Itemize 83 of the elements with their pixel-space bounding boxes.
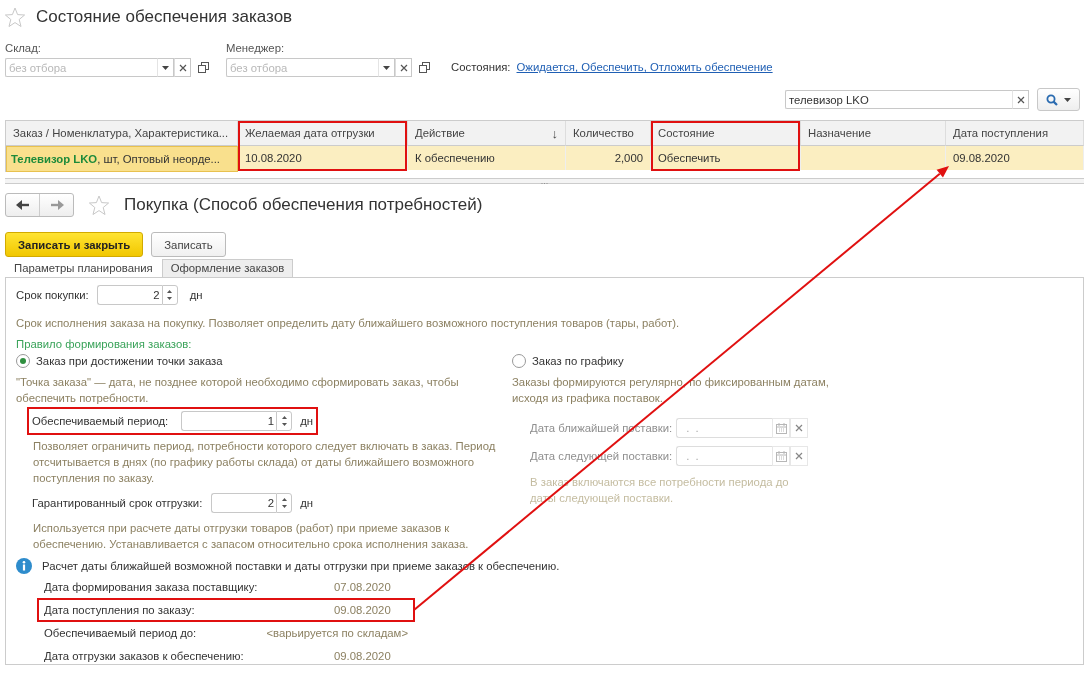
clear-button[interactable] — [1012, 90, 1029, 109]
result-label: Дата формирования заказа поставщику: — [44, 580, 259, 595]
result-value: 09.08.2020 — [334, 603, 391, 618]
clear-icon — [178, 63, 187, 72]
form-title: Состояние обеспечения заказов — [36, 7, 293, 27]
column-header[interactable]: Назначение — [801, 121, 946, 146]
radio-button[interactable] — [16, 354, 30, 368]
hint-text: Позволяет ограничить период, потребности которого следует включать в заказ. Период отсчитывается в днях (по графику работы склада) от даты ближайшего возможного поступления по заказу. — [33, 439, 497, 486]
back-arrow-icon — [15, 200, 30, 210]
field-label: Гарантированный срок отгрузки: — [32, 497, 204, 509]
states-label: Состояния: — [451, 61, 511, 73]
clear-icon — [1016, 95, 1025, 104]
radio-button[interactable] — [512, 354, 526, 368]
column-header[interactable]: Действие ↓ — [408, 121, 566, 146]
table-cell: 2,000 — [566, 146, 651, 170]
result-value: 09.08.2020 — [334, 649, 391, 664]
table-cell: 10.08.2020 — [238, 146, 408, 170]
spin-button[interactable] — [161, 285, 178, 305]
unit-label: дн — [300, 497, 313, 509]
radio-label[interactable]: Заказ по графику — [532, 355, 624, 367]
field-label: Обеспечиваемый период: — [32, 415, 170, 427]
search-button[interactable] — [1037, 88, 1080, 111]
column-header[interactable]: Дата поступления — [946, 121, 1084, 146]
favorite-star-icon[interactable] — [4, 6, 26, 28]
caret-icon — [383, 65, 390, 70]
caret-icon — [1064, 97, 1071, 102]
number-field[interactable]: 2 — [96, 285, 162, 305]
hint-text: Заказы формируются регулярно, по фиксированным датам, исходя из графика поставок. — [512, 375, 830, 406]
caret-icon — [162, 65, 169, 70]
table-cell: Телевизор LKO, шт, Оптовый неорде... — [6, 146, 238, 172]
number-field[interactable]: 2 — [211, 493, 277, 513]
column-header[interactable]: Заказ / Номенклатура, Характеристика... — [6, 121, 238, 146]
dropdown-button[interactable] — [157, 58, 174, 77]
unit-label: дн — [189, 289, 203, 301]
clear-icon — [795, 452, 803, 460]
field-label: Срок покупки: — [16, 289, 89, 301]
hint-text: Используется при расчете даты отгрузки товаров (работ) при приеме заказов к обеспечению. Устанавливается с запасом относительно срока исполнения заказа. — [33, 521, 470, 552]
search-icon — [1046, 93, 1058, 106]
hint-text: "Точка заказа" — дата, не позднее которой необходимо сформировать заказ, чтобы обеспечить потребности. — [16, 375, 460, 406]
result-value: 07.08.2020 — [334, 580, 391, 595]
navigation-buttons[interactable] — [5, 193, 74, 217]
spin-arrows-icon[interactable] — [281, 414, 287, 428]
result-value: <варьируется по складам> — [266, 626, 408, 641]
spin-button[interactable] — [276, 411, 293, 431]
table-cell: К обеспечению — [408, 146, 566, 170]
field-label: Склад: — [5, 42, 42, 54]
open-window-icon — [418, 62, 430, 73]
save-and-close-button[interactable]: Записать и закрыть — [5, 232, 144, 257]
table-cell: Обеспечить — [651, 146, 801, 170]
filter-field[interactable]: без отбора — [5, 58, 157, 77]
clear-button[interactable] — [174, 58, 191, 77]
open-window-icon — [197, 62, 209, 73]
calendar-icon — [775, 450, 787, 462]
filter-field[interactable]: без отбора — [226, 58, 378, 77]
result-label: Дата поступления по заказу: — [44, 603, 196, 618]
column-header[interactable]: Желаемая дата отгрузки — [238, 121, 408, 146]
unit-label: дн — [300, 415, 313, 427]
sort-arrow: ↓ — [551, 125, 558, 141]
info-icon — [16, 558, 32, 574]
dropdown-button[interactable] — [378, 58, 395, 77]
field-label: Менеджер: — [226, 42, 286, 54]
clear-button[interactable] — [395, 58, 412, 77]
clear-icon — [399, 63, 408, 72]
number-field[interactable]: 1 — [181, 411, 277, 431]
spin-arrows-icon[interactable] — [281, 496, 287, 510]
result-label: Обеспечиваемый период до: — [44, 626, 198, 641]
result-label: Дата отгрузки заказов к обеспечению: — [44, 649, 245, 664]
table-cell: 09.08.2020 — [946, 146, 1084, 170]
hint-text: Срок исполнения заказа на покупку. Позволяет определить дату ближайшего возможного поступления товаров (тары, работ). — [16, 316, 681, 331]
search-field[interactable]: телевизор LKO — [785, 90, 1012, 109]
spin-arrows-icon[interactable] — [167, 288, 173, 302]
form-title: Покупка (Способ обеспечения потребностей) — [124, 195, 483, 215]
favorite-star-icon[interactable] — [88, 194, 110, 216]
spin-button[interactable] — [276, 493, 293, 513]
states-link[interactable]: Ожидается, Обеспечить, Отложить обеспечение — [516, 61, 773, 73]
section-label: Правило формирования заказов: — [16, 337, 193, 352]
clear-icon — [795, 424, 803, 432]
radio-label[interactable]: Заказ при достижении точки заказа — [36, 355, 223, 367]
column-header[interactable]: Количество — [566, 121, 651, 146]
tab[interactable]: Оформление заказов — [161, 259, 294, 277]
calendar-icon — [775, 422, 787, 434]
save-button[interactable]: Записать — [151, 232, 226, 257]
forward-arrow-icon — [49, 200, 64, 210]
